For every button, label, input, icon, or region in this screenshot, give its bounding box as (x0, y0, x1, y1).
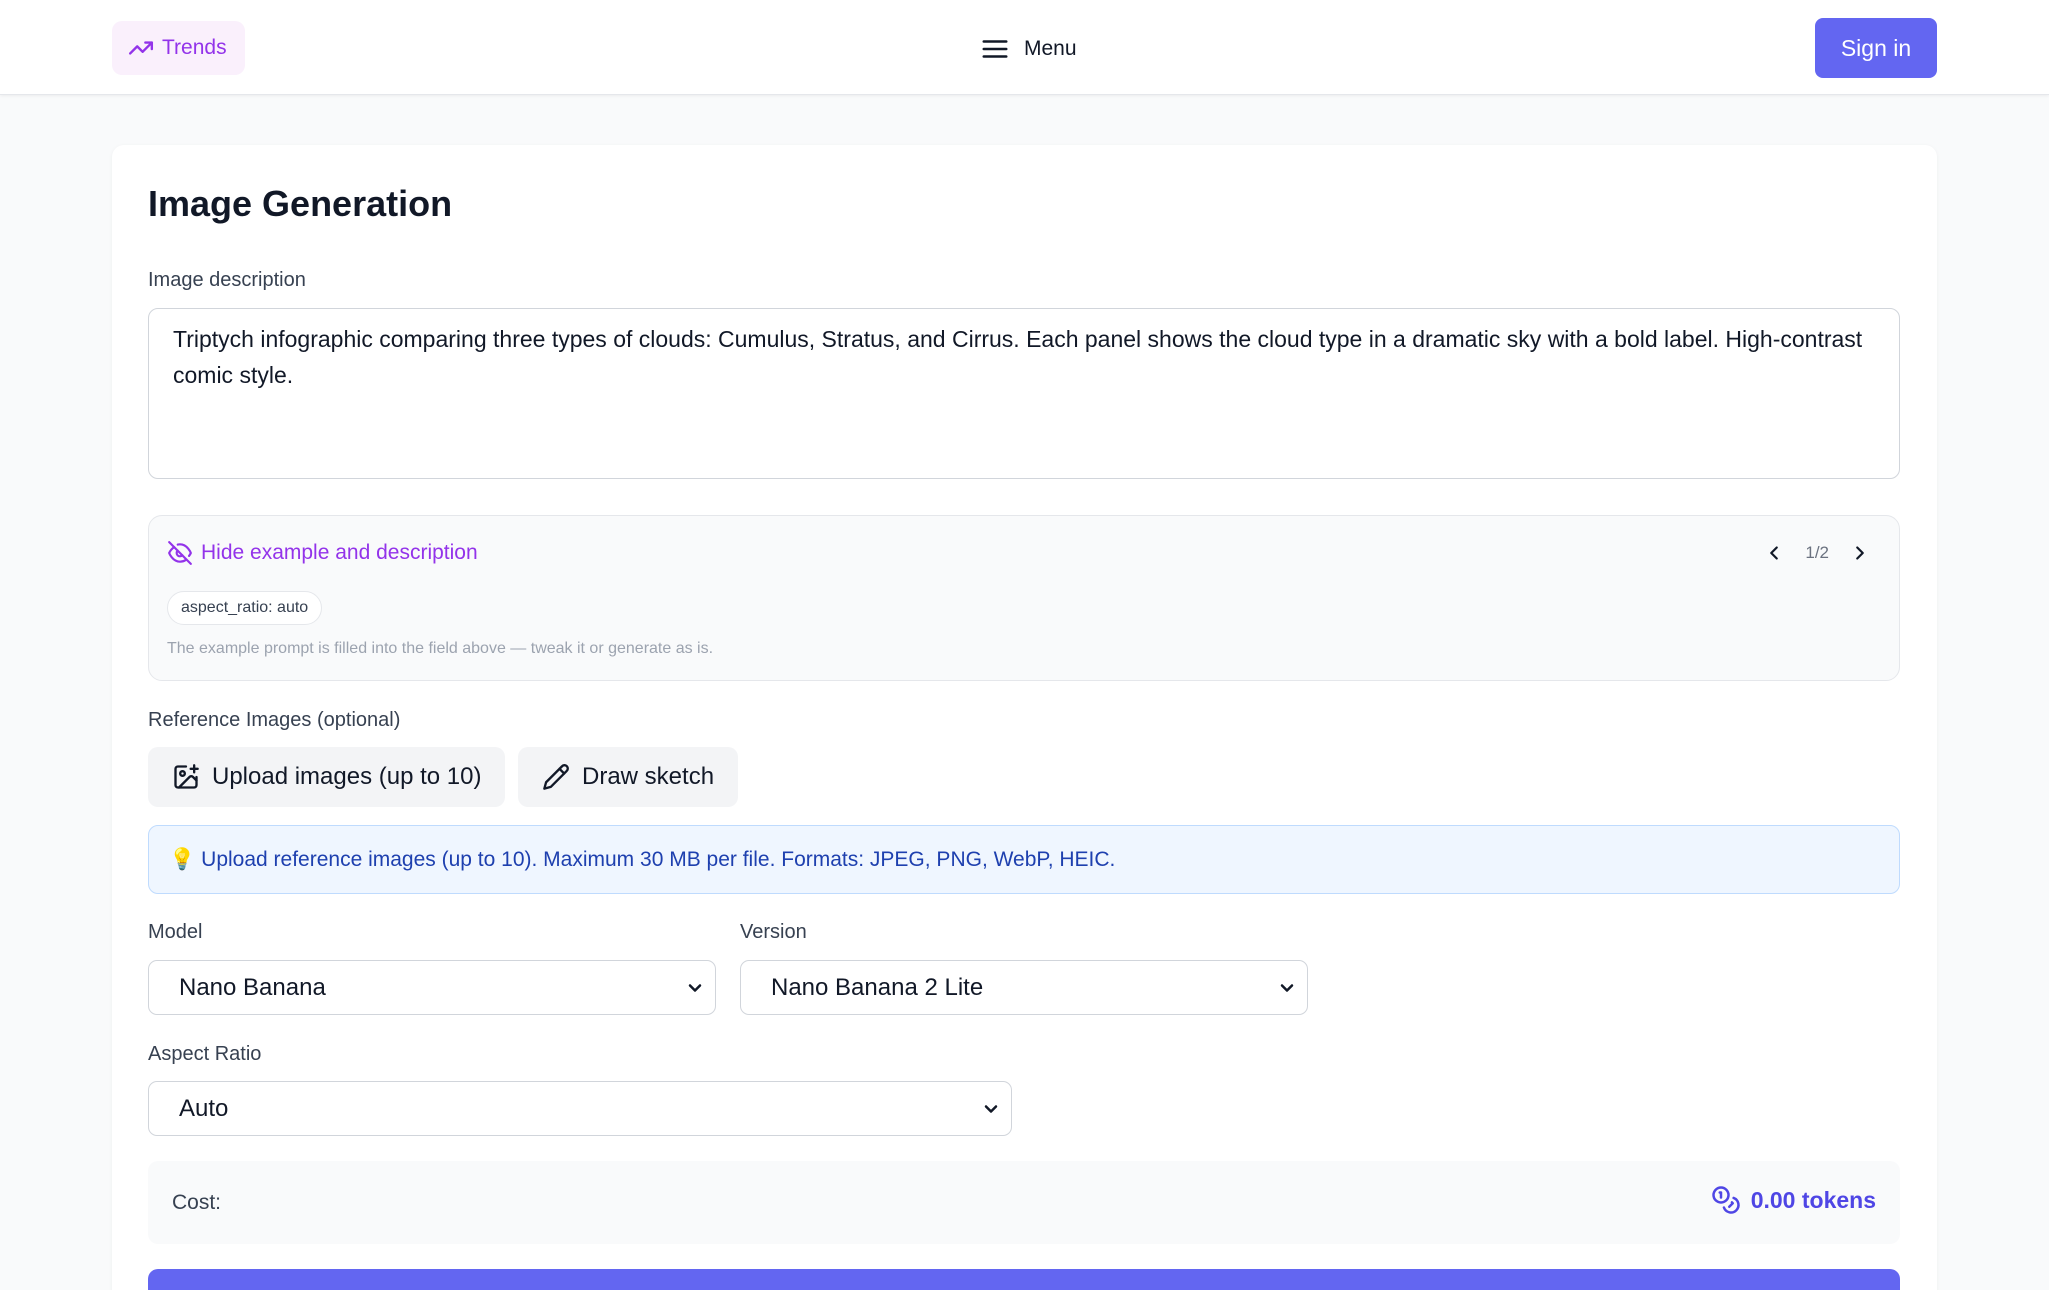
draw-sketch-label: Draw sketch (582, 763, 715, 790)
page-title: Image Generation (148, 183, 453, 224)
model-selected-value: Nano Banana (179, 973, 326, 1001)
model-select[interactable]: Nano Banana (148, 960, 716, 1015)
prompt-label: Image description (148, 269, 306, 291)
top-header: Trends Menu Sign in (0, 0, 2049, 95)
chevron-right-icon[interactable] (1849, 542, 1871, 564)
lightbulb-icon: 💡 (169, 847, 196, 871)
chevron-down-icon (981, 1099, 1001, 1119)
cost-amount: 0.00 tokens (1750, 1186, 1876, 1213)
trending-up-icon (128, 35, 154, 61)
upload-info-banner: 💡 Upload reference images (up to 10). Ma… (148, 825, 1900, 894)
cost-panel: Cost: 0.00 tokens (148, 1161, 1900, 1244)
aspect-ratio-selected-value: Auto (179, 1094, 229, 1122)
trends-button[interactable]: Trends (112, 21, 245, 75)
draw-sketch-button[interactable]: Draw sketch (518, 747, 739, 807)
chevron-down-icon (1277, 978, 1297, 998)
hamburger-icon (980, 34, 1010, 64)
version-select[interactable]: Nano Banana 2 Lite (740, 960, 1308, 1015)
create-image-button[interactable]: Create image (148, 1269, 1900, 1290)
upload-info-text: Upload reference images (up to 10). Maxi… (201, 847, 1116, 871)
cost-value: 0.00 tokens (1711, 1185, 1876, 1215)
upload-images-label: Upload images (up to 10) (212, 763, 482, 790)
coins-icon (1711, 1185, 1741, 1215)
chevron-left-icon[interactable] (1763, 542, 1785, 564)
eye-off-icon (167, 540, 193, 566)
parameter-chip: aspect_ratio: auto (167, 591, 323, 625)
image-plus-icon (172, 763, 200, 791)
example-pager: 1/2 (1763, 542, 1871, 564)
hide-example-label: Hide example and description (201, 541, 478, 564)
example-panel: Hide example and description 1/2 aspect_… (148, 515, 1900, 681)
hide-example-button[interactable]: Hide example and description (167, 540, 478, 566)
sign-in-button[interactable]: Sign in (1815, 18, 1937, 78)
aspect-ratio-label: Aspect Ratio (148, 1043, 262, 1065)
chevron-down-icon (685, 978, 705, 998)
example-hint: The example prompt is filled into the fi… (167, 640, 714, 657)
menu-button[interactable]: Menu (980, 30, 1077, 68)
menu-label: Menu (1024, 37, 1077, 60)
pencil-icon (542, 763, 570, 791)
pager-count: 1/2 (1805, 543, 1829, 562)
version-label: Version (740, 921, 807, 943)
image-generation-card: Image Generation Image description Tript… (112, 145, 1937, 1290)
upload-images-button[interactable]: Upload images (up to 10) (148, 747, 506, 807)
trends-label: Trends (162, 36, 227, 59)
version-selected-value: Nano Banana 2 Lite (771, 973, 984, 1001)
cost-label: Cost: (172, 1191, 222, 1214)
prompt-textarea[interactable]: Triptych infographic comparing three typ… (148, 308, 1900, 479)
model-label: Model (148, 921, 203, 943)
aspect-ratio-select[interactable]: Auto (148, 1081, 1012, 1136)
reference-images-label: Reference Images (optional) (148, 709, 401, 731)
